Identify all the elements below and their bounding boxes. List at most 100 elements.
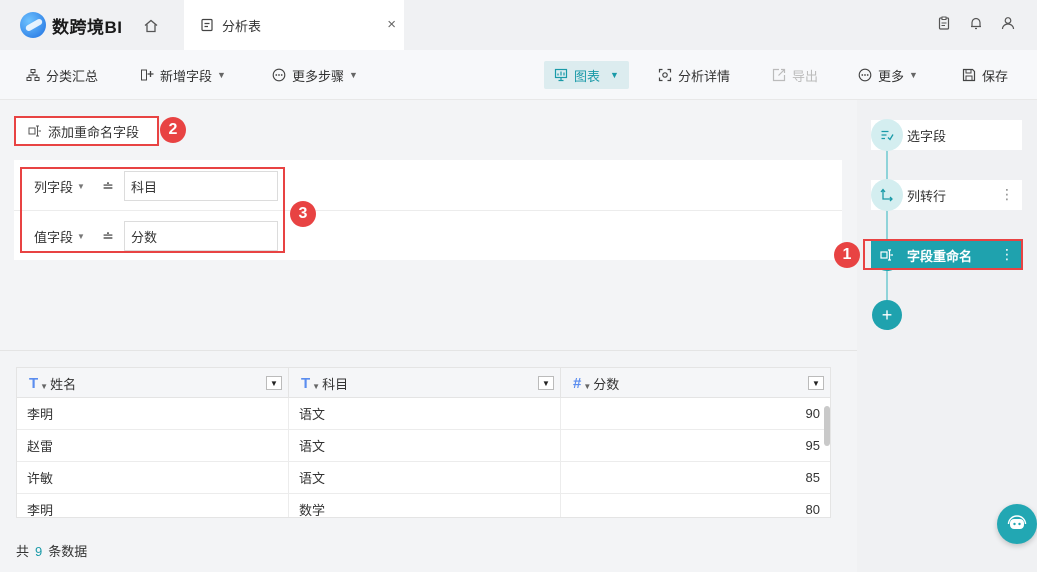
top-icons (937, 16, 1017, 32)
app-logo[interactable]: 数跨境BI (20, 12, 123, 38)
table-row: 李明 语文 90 (17, 398, 830, 430)
table-cell: 80 (805, 502, 820, 517)
save-label: 保存 (982, 68, 1009, 84)
caret-down-icon: ▼ (217, 70, 226, 80)
type-caret-icon: ▼ (312, 381, 321, 391)
kebab-menu-icon[interactable]: ⋮ (1000, 187, 1014, 201)
section-divider (0, 350, 857, 351)
table-cell: 85 (805, 470, 820, 485)
group-summary-label: 分类汇总 (46, 68, 99, 84)
more-steps-button[interactable]: 更多步骤 ▼ (266, 61, 364, 89)
type-caret-icon: ▼ (40, 381, 49, 391)
main-area: 添加重命名字段 2 列字段▼ ≐ 值字段▼ ≐ 3 T▼ 姓名 ▼ (0, 100, 857, 572)
chart-board-icon (554, 68, 568, 82)
table-cell: 赵雷 (17, 430, 289, 461)
table-cell: 95 (805, 438, 820, 453)
chart-label: 图表 (574, 68, 601, 84)
bell-icon[interactable] (969, 16, 985, 32)
row-count-number: 9 (35, 544, 43, 559)
add-step-button[interactable]: + (872, 300, 902, 330)
table-cell: 数学 (289, 494, 561, 517)
column-menu-icon[interactable]: ▼ (538, 376, 554, 390)
chart-button[interactable]: 图表 ▼ (544, 61, 629, 89)
column-label: 姓名 (50, 376, 77, 392)
column-header-subject[interactable]: T ▼ 科目 ▼ (289, 368, 561, 398)
step-label: 列转行 (907, 188, 947, 204)
toolbar: 分类汇总 新增字段 ▼ 更多步骤 ▼ 图表 ▼ 分析详情 导出 更多 ▼ 保存 (0, 50, 1037, 100)
add-field-label: 新增字段 (160, 68, 213, 84)
step-flow-panel: 选字段 列转行 ⋮ 字段重命名 ⋮ 1 + (834, 100, 1037, 572)
home-icon[interactable] (140, 15, 162, 37)
column-header-score[interactable]: # ▼ 分数 ▼ (561, 368, 830, 398)
export-label: 导出 (792, 68, 819, 84)
export-icon (772, 68, 786, 82)
row-count-prefix: 共 (16, 544, 30, 559)
analysis-detail-label: 分析详情 (678, 68, 731, 84)
step-column-to-row[interactable]: 列转行 ⋮ (871, 179, 1022, 211)
tab-analysis-table[interactable]: 分析表 × (184, 0, 404, 50)
step-badge-2: 2 (160, 117, 186, 143)
table-row: 赵雷 语文 95 (17, 430, 830, 462)
add-rename-field-button[interactable]: 添加重命名字段 (14, 116, 159, 146)
rename-config-panel: 添加重命名字段 2 列字段▼ ≐ 值字段▼ ≐ 3 (0, 100, 857, 350)
caret-down-icon: ▼ (909, 70, 918, 80)
top-bar: 数跨境BI 分析表 × (0, 0, 1037, 50)
column-menu-icon[interactable]: ▼ (808, 376, 824, 390)
table-body[interactable]: 李明 语文 90 赵雷 语文 95 许敏 语文 85 李明 数学 80 (17, 398, 830, 517)
close-icon[interactable]: × (387, 16, 396, 33)
table-header: T ▼ 姓名 ▼ T ▼ 科目 ▼ # ▼ 分数 ▼ (17, 368, 830, 398)
column-header-name[interactable]: T ▼ 姓名 ▼ (17, 368, 289, 398)
clipboard-icon[interactable] (937, 16, 953, 32)
type-caret-icon: ▼ (583, 381, 592, 391)
table-cell: 李明 (17, 494, 289, 517)
table-scrollbar[interactable] (824, 406, 830, 446)
save-button[interactable]: 保存 (956, 61, 1014, 89)
table-cell: 90 (805, 406, 820, 421)
user-icon[interactable] (1001, 16, 1017, 32)
save-icon (962, 68, 976, 82)
column-label: 科目 (322, 376, 349, 392)
add-column-icon (140, 68, 154, 82)
caret-down-icon: ▼ (610, 70, 619, 80)
table-row: 许敏 语文 85 (17, 462, 830, 494)
annotation-highlight-1 (863, 239, 1023, 270)
table-cell: 语文 (289, 430, 561, 461)
row-count-suffix: 条数据 (48, 544, 88, 559)
table-cell: 语文 (289, 398, 561, 429)
step-label: 选字段 (907, 128, 947, 144)
step-badge-3: 3 (290, 201, 316, 227)
caret-down-icon: ▼ (349, 70, 358, 80)
text-type-icon: T (301, 374, 311, 392)
table-cell: 语文 (289, 462, 561, 493)
table-row: 李明 数学 80 (17, 494, 830, 517)
table-cell: 许敏 (17, 462, 289, 493)
rename-field-icon (28, 124, 42, 138)
column-label: 分数 (593, 376, 620, 392)
analysis-detail-button[interactable]: 分析详情 (652, 61, 736, 89)
step-select-fields[interactable]: 选字段 (871, 119, 1022, 151)
step-badge-1: 1 (834, 242, 860, 268)
row-count: 共 9 条数据 (16, 541, 87, 560)
table-cell: 李明 (17, 398, 289, 429)
column-menu-icon[interactable]: ▼ (266, 376, 282, 390)
more-steps-label: 更多步骤 (292, 68, 345, 84)
text-type-icon: T (29, 374, 39, 392)
document-icon (200, 18, 214, 32)
export-button[interactable]: 导出 (766, 61, 824, 89)
group-summary-button[interactable]: 分类汇总 (20, 61, 104, 89)
select-fields-icon (871, 119, 903, 151)
chat-support-icon[interactable] (997, 504, 1037, 544)
logo-mark-icon (20, 12, 46, 38)
add-rename-label: 添加重命名字段 (48, 124, 140, 140)
column-to-row-icon (871, 179, 903, 211)
hierarchy-icon (26, 68, 40, 82)
more-label: 更多 (878, 68, 905, 84)
data-table: T ▼ 姓名 ▼ T ▼ 科目 ▼ # ▼ 分数 ▼ 李明 语文 90 赵雷 语… (16, 367, 831, 518)
tab-label: 分析表 (222, 18, 262, 34)
more-button[interactable]: 更多 ▼ (852, 61, 924, 89)
add-field-button[interactable]: 新增字段 ▼ (134, 61, 232, 89)
scan-icon (658, 68, 672, 82)
more-circle-icon (272, 68, 286, 82)
annotation-highlight-3 (20, 167, 285, 253)
rename-rows: 列字段▼ ≐ 值字段▼ ≐ (14, 160, 842, 260)
